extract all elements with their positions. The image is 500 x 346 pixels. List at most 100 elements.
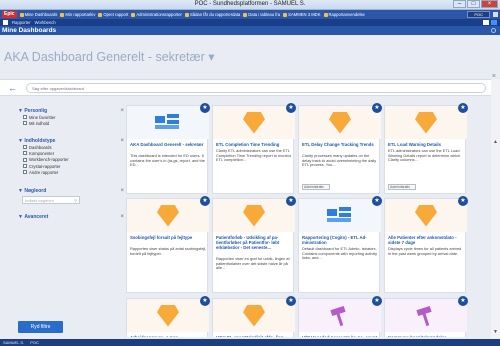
nav-item-rapporter[interactable]: Rapporter [12,20,31,25]
card-title[interactable]: Alle Patienter efter ankomstdato - sidst… [388,235,465,245]
card-title[interactable]: Patientforløb - Udvikling af pa- tientfo… [216,235,293,250]
diamond-icon [243,304,265,327]
card-title[interactable]: ETL Load Warning Details [388,142,465,147]
filter-option[interactable]: Mit indhold [18,120,126,126]
checkbox[interactable] [23,157,27,162]
diamond-icon [157,204,179,227]
checkbox[interactable] [23,115,27,120]
card-title[interactable]: Ssobingsfejl forsalt på fejltype [130,235,207,240]
epic-logo[interactable]: Epic [2,11,17,18]
favorite-star-icon[interactable]: ★ [286,196,296,206]
favorite-item[interactable]: Data i tableau fra [243,12,280,17]
nav-item-workbench[interactable]: Workbench [35,20,56,25]
favorite-star-icon[interactable]: ★ [372,296,382,306]
dashboard-card[interactable]: ★ ETL Delay Change Tracking Trends Clarity… [298,103,382,194]
close-window-button[interactable]: × [481,0,498,8]
keyword-input[interactable]: Indtast nøgleord ⚲ [22,196,80,204]
favorite-star-icon[interactable]: ★ [372,103,382,113]
filter-group-header[interactable]: ▼ Indholdstype × [18,137,126,144]
search-input[interactable] [26,83,486,93]
card-thumbnail [127,299,209,332]
dashboard-card[interactable]: ★ Alle Patienter efter ankomstdato - sids… [384,196,468,293]
favorite-item[interactable]: Administrationsrapporter [131,12,182,17]
clear-group-icon[interactable]: × [120,108,124,114]
clear-group-icon[interactable]: × [120,214,124,220]
dashboard-card[interactable]: ★ ETL Load Warning Details ETL administrat… [384,103,468,194]
back-arrow-icon[interactable]: ← [8,83,17,93]
activity-close-icon[interactable] [491,28,496,33]
folder-icon [60,12,65,17]
window-title: POC - Sundhedsplatformen - SAMUEL S. [194,1,306,7]
card-title[interactable]: Rapportering (Cogito) - ETL Ad- ministra… [302,235,379,245]
dashboard-card[interactable]: ★Arbejdsopgaver - LægeDisplays each atte… [126,296,210,337]
page-title[interactable]: AKA Dashboard Generelt - sekretær ▾ [4,49,215,64]
favorite-star-icon[interactable]: ★ [458,103,468,113]
main-content: AKA Dashboard Generelt - sekretær ▾ × ← … [0,35,500,339]
card-description: Displays cycle times for all patients ar… [388,246,462,256]
card-title[interactable]: Kommune hospitalsændelse (Overskiding) [388,335,465,337]
favorite-star-icon[interactable]: ★ [200,296,210,306]
scroll-up-icon[interactable]: ▲ [493,139,498,145]
card-title[interactable]: HGH 01, ansættelsdigit afde- ling rekomm… [216,335,293,337]
checkbox[interactable] [23,145,27,150]
scrollbar[interactable]: ▲ ▼ [491,79,500,339]
maximize-button[interactable]: □ [467,0,480,8]
favorite-star-icon[interactable]: ★ [286,296,296,306]
environment-pill[interactable]: POC [467,11,490,18]
favorite-star-icon[interactable]: ★ [372,196,382,206]
card-thumbnail [385,299,467,332]
card-title[interactable]: Arbejdsopgaver - Læge [130,335,207,337]
card-title[interactable]: AKA Dashboard Generelt - sekretær [130,142,207,147]
checkbox[interactable] [23,170,27,175]
card-tag: Administrativ [388,184,416,190]
dashboard-icon-part [327,208,337,216]
filter-option[interactable]: Andre rapporter [18,169,126,175]
filter-group-personlig: ▼ Personlig × Mine favoritter Mit indhold [18,107,126,127]
filter-group-header[interactable]: ▼ Nøgleord × [18,187,126,194]
card-description: Default dashboard for ETL Admin- istrato… [302,246,378,261]
favorite-star-icon[interactable]: ★ [200,103,210,113]
favorite-star-icon[interactable]: ★ [458,296,468,306]
favorite-item[interactable]: SAMMEN 3 MDK [283,12,321,17]
favorite-star-icon[interactable]: ★ [286,103,296,113]
dashboard-card[interactable]: ★ AKA Dashboard Generelt - sekretær This d… [126,103,210,194]
checkbox[interactable] [23,151,27,156]
help-icon[interactable] [491,20,497,25]
card-title[interactable]: ETL Completion Time Trending [216,142,293,147]
clear-group-icon[interactable]: × [120,138,124,144]
filter-group-header[interactable]: ▼ Personlig × [18,107,126,114]
card-thumbnail [299,299,381,332]
favorite-item[interactable]: Rapportanvendelse [323,12,365,17]
clear-filters-button[interactable]: Ryd filtre [18,321,63,333]
filter-group-indholdstype: ▼ Indholdstype × Dashboards Komponenter W… [18,137,126,175]
card-thumbnail [213,199,295,232]
search-icon: ⚲ [74,197,77,203]
dashboard-card[interactable]: ★ Kommune hospitalsændelse (Overskiding) [384,296,468,337]
favorite-item[interactable]: Opret rapport [98,12,128,17]
dashboard-card[interactable]: ★ H/M Uncoded Accounts by Ac- count Class [298,296,382,337]
filter-group-header[interactable]: ▼ Avanceret × [18,213,126,220]
favorite-star-icon[interactable]: ★ [200,196,210,206]
card-title[interactable]: H/M Uncoded Accounts by Ac- count Class [302,335,379,337]
dashboard-card[interactable]: ★ Patientforløb - Udvikling af pa- tientf… [212,196,296,293]
menu-icon[interactable] [3,20,8,25]
dashboard-card[interactable]: ★ HGH 01, ansættelsdigit afde- ling rekom… [212,296,296,337]
favorite-item[interactable]: Min rapportarkiv [60,12,95,17]
card-thumbnail [127,106,209,139]
user-icon[interactable] [493,12,498,17]
scroll-down-icon[interactable]: ▼ [493,329,498,335]
minimize-button[interactable]: – [453,0,466,8]
favorite-item[interactable]: Mine Dashboards [19,12,57,17]
dashboard-card[interactable]: ★ ETL Completion Time Trending Clarity ETL… [212,103,296,194]
title-dropdown-icon[interactable]: ▾ [208,50,214,64]
dashboard-card[interactable]: ★ Ssobingsfejl forsalt på fejltype Rapport… [126,196,210,293]
print-icon[interactable] [483,20,489,25]
card-title[interactable]: ETL Delay Change Tracking Trends [302,142,379,147]
favorite-item[interactable]: Sådan får du rapporterdata [184,12,240,17]
dashboard-card[interactable]: ★ Rapportering (Cogito) - ETL Ad- ministr… [298,196,382,293]
clear-group-icon[interactable]: × [120,188,124,194]
checkbox[interactable] [23,164,27,169]
card-description: Rapporten viser status på antal ssobings… [130,246,207,256]
checkbox[interactable] [23,121,27,126]
favorite-star-icon[interactable]: ★ [458,196,468,206]
